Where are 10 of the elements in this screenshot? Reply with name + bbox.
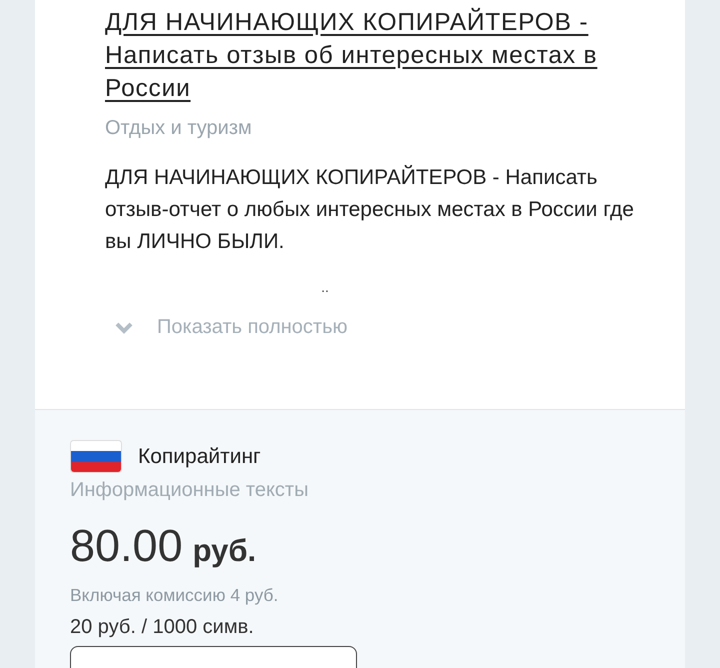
rate-text: 20 руб. / 1000 симв. — [70, 615, 255, 640]
category-label: Отдых и туризм — [105, 116, 253, 141]
ellipsis-text: .. — [320, 280, 330, 294]
commission-note: Включая комиссию 4 руб. — [70, 584, 280, 607]
service-name: Копирайтинг — [138, 444, 261, 470]
task-description: ДЛЯ НАЧИНАЮЩИХ КОПИРАЙТЕРОВ - Написать отзыв-отчет о любых интересных местах в России где вы ЛИЧНО БЫЛИ. — [105, 164, 635, 255]
price-currency: руб. — [192, 535, 256, 566]
service-subtype: Информационные тексты — [70, 478, 310, 503]
task-title-link[interactable]: ДЛЯ НАЧИНАЮЩИХ КОПИРАЙТЕРОВ - Написать отзыв об интересных местах в России — [105, 6, 645, 105]
price-amount: 80.00 — [70, 523, 183, 568]
